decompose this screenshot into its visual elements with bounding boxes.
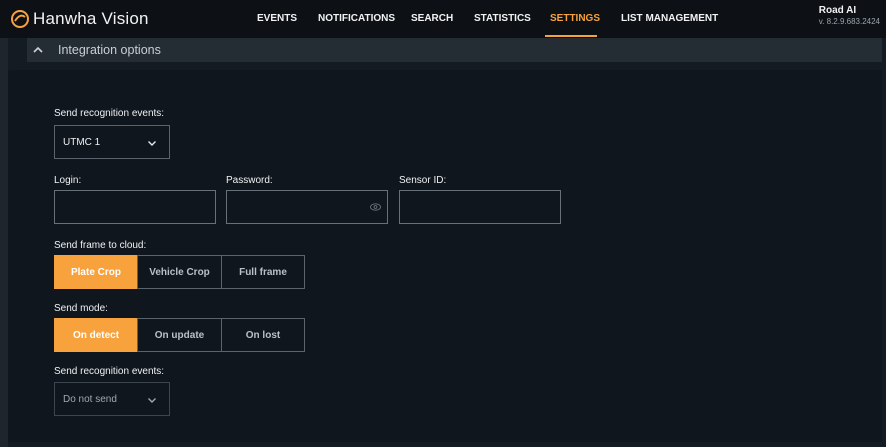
send-events-label: Send recognition events: [54,108,165,119]
nav-notifications[interactable]: NOTIFICATIONS [318,0,395,38]
brand-logo[interactable]: Hanwha Vision [10,9,149,29]
product-version: v. 8.2.9.683.2424 [818,17,880,26]
show-password-icon[interactable] [370,203,381,211]
integration-options-header[interactable]: Integration options [27,38,882,62]
brand-name: Hanwha Vision [33,9,149,28]
nav-list-management[interactable]: LIST MANAGEMENT [621,0,718,38]
send-events-2-value: Do not send [63,394,117,405]
product-name: Road AI [818,5,857,16]
chevron-down-icon [148,398,156,403]
plate-crop-button[interactable]: Plate Crop [54,255,138,289]
nav-settings[interactable]: SETTINGS [550,0,600,38]
login-label: Login: [54,175,82,186]
password-label: Password: [226,175,273,186]
on-update-button[interactable]: On update [137,318,222,352]
product-info: Road AI v. 8.2.9.683.2424 [819,5,880,27]
full-frame-button[interactable]: Full frame [221,255,305,289]
login-input[interactable] [54,190,216,224]
on-detect-button[interactable]: On detect [54,318,138,352]
send-events-value: UTMC 1 [63,137,101,148]
section-title: Integration options [58,43,161,57]
send-events-2-select[interactable]: Do not send [54,382,170,416]
hanwha-logo-icon [11,10,29,28]
send-events-2-label: Send recognition events: [54,366,165,377]
active-tab-indicator [545,35,597,37]
sensor-id-label: Sensor ID: [399,175,447,186]
password-input[interactable] [226,190,388,224]
nav-events[interactable]: EVENTS [257,0,297,38]
send-mode-label: Send mode: [54,303,108,314]
chevron-up-icon [33,46,43,53]
frame-segmented-control: Plate Crop Vehicle Crop Full frame [54,255,305,289]
nav-statistics[interactable]: STATISTICS [474,0,531,38]
chevron-down-icon [148,141,156,146]
left-edge-strip [0,38,8,447]
top-navigation-bar: Hanwha Vision EVENTS NOTIFICATIONS SEARC… [0,0,886,38]
nav-search[interactable]: SEARCH [411,0,453,38]
send-events-select[interactable]: UTMC 1 [54,125,170,159]
vehicle-crop-button[interactable]: Vehicle Crop [137,255,222,289]
sensor-id-input[interactable] [399,190,561,224]
frame-label: Send frame to cloud: [54,240,147,251]
on-lost-button[interactable]: On lost [221,318,305,352]
send-mode-segmented-control: On detect On update On lost [54,318,305,352]
